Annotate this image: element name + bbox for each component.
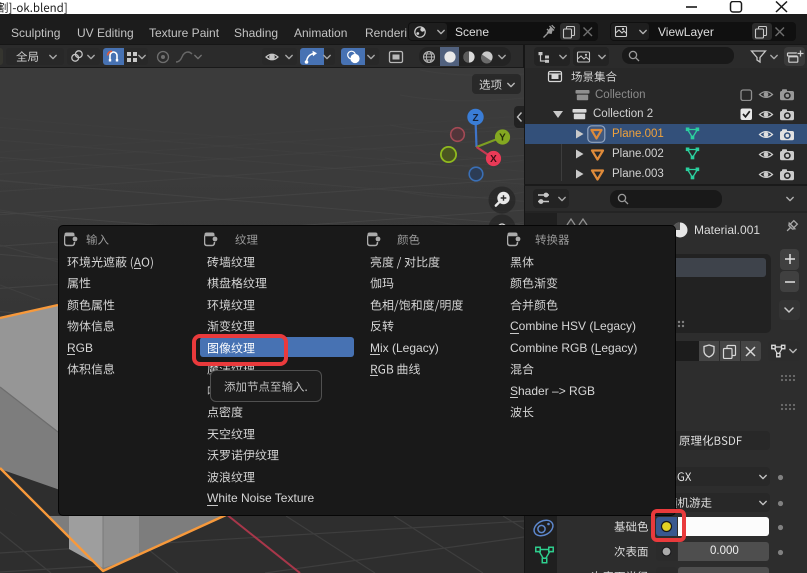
svg-text:Z: Z [472, 113, 478, 124]
svg-text:Y: Y [499, 133, 506, 144]
svg-text:X: X [490, 154, 497, 165]
